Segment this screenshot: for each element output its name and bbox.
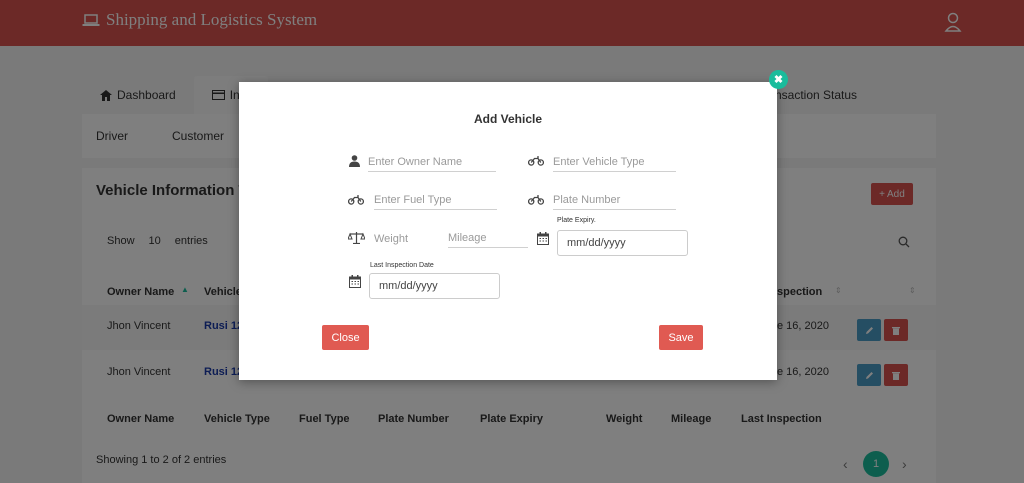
mileage-input[interactable]: [448, 228, 528, 248]
fuel-type-input[interactable]: [374, 190, 497, 210]
calendar-icon: [536, 231, 550, 245]
close-icon[interactable]: ✖: [769, 70, 788, 89]
motorcycle-icon: [348, 193, 364, 207]
plate-number-input[interactable]: [553, 190, 676, 210]
owner-name-input[interactable]: [368, 152, 496, 172]
vehicle-type-input[interactable]: [553, 152, 676, 172]
save-button[interactable]: Save: [659, 325, 703, 350]
motorcycle-icon: [528, 154, 544, 168]
add-vehicle-modal: Add Vehicle Plate Expiry. Last Inspectio…: [239, 82, 777, 380]
plate-expiry-input[interactable]: [557, 230, 688, 256]
user-icon: [347, 154, 361, 168]
balance-scale-icon: [348, 231, 365, 245]
plate-expiry-label: Plate Expiry.: [557, 217, 596, 224]
motorcycle-icon: [528, 193, 544, 207]
modal-title: Add Vehicle: [473, 112, 543, 126]
close-button[interactable]: Close: [322, 325, 369, 350]
last-inspection-input[interactable]: [369, 273, 500, 299]
last-inspection-label: Last Inspection Date: [370, 262, 434, 269]
calendar-icon: [348, 274, 362, 288]
weight-input[interactable]: [374, 229, 408, 249]
